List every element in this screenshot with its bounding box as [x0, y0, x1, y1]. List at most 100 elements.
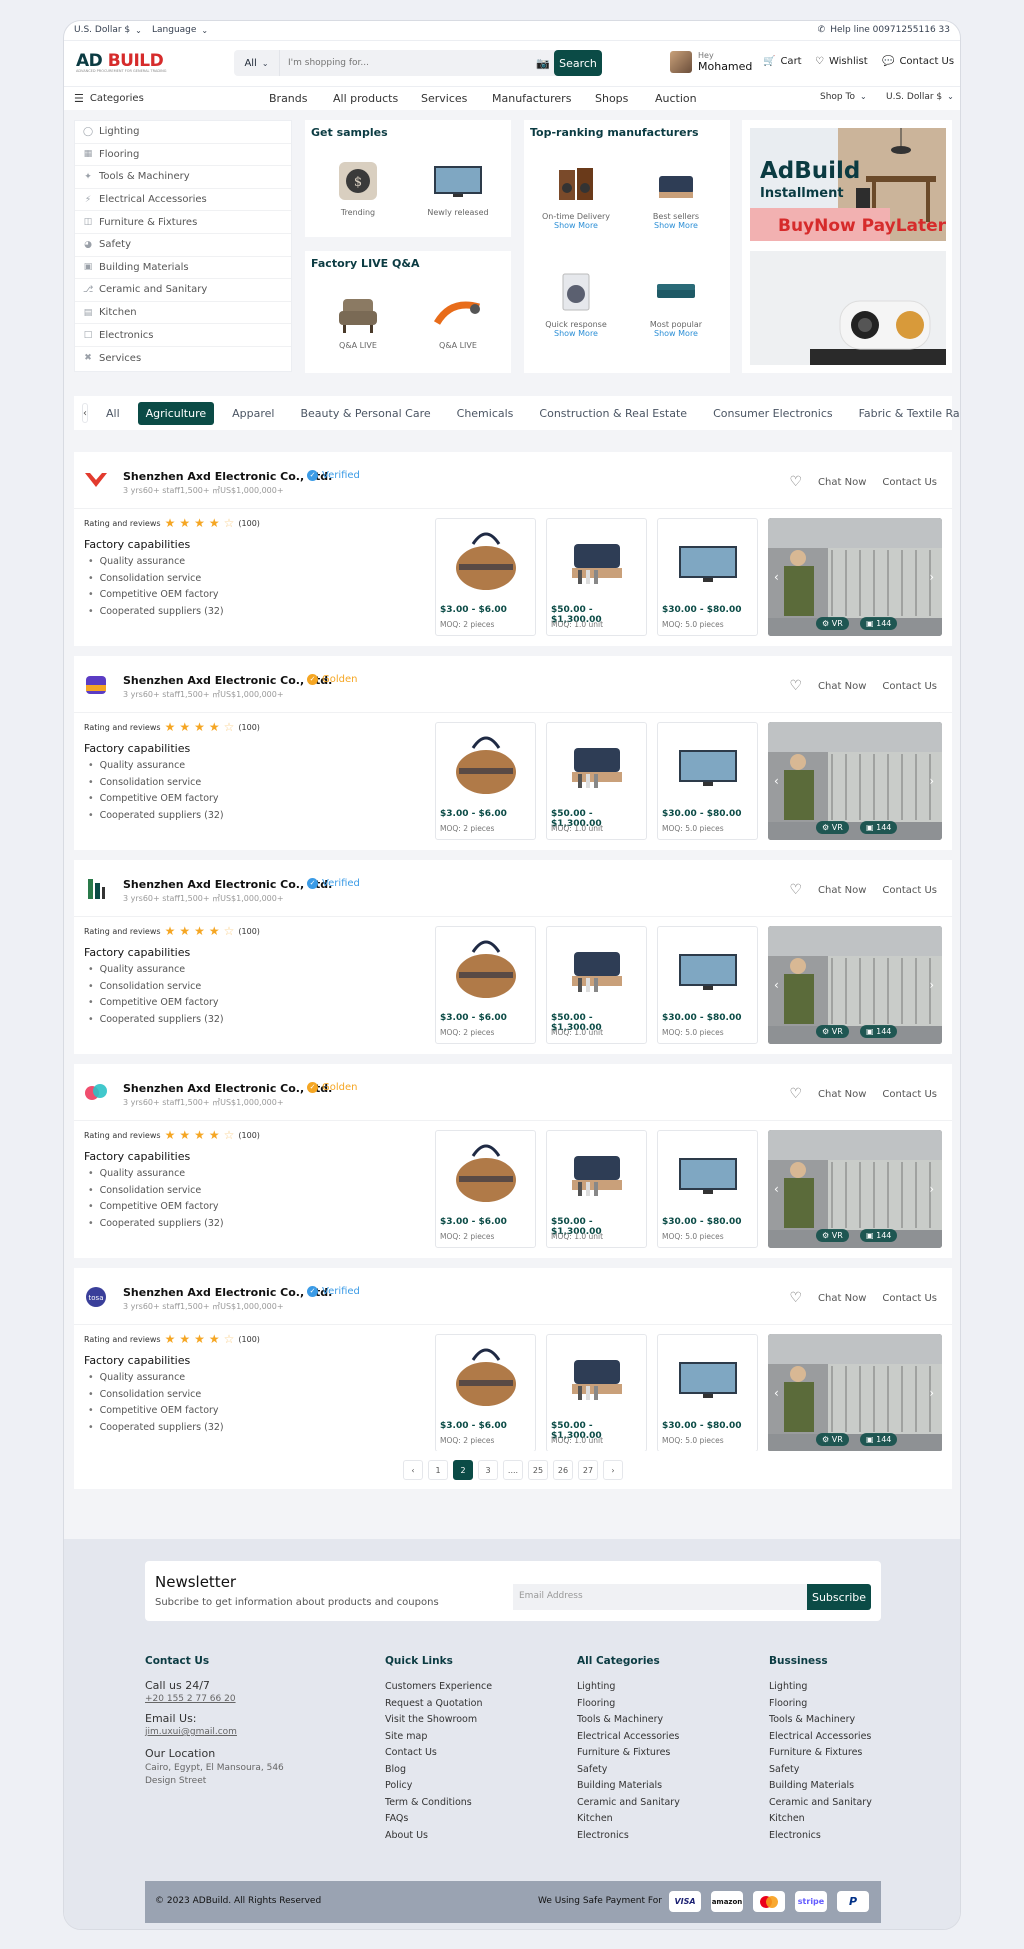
sidebar-item-building[interactable]: ▣ Building Materials	[75, 257, 291, 280]
vr-badge[interactable]: ⚙ VR	[816, 1229, 849, 1242]
photos-badge[interactable]: ▣ 144	[860, 1433, 898, 1446]
newsletter-email-input[interactable]: Email Address	[513, 1584, 807, 1610]
email-link[interactable]: jim.uxui@gmail.com	[145, 1727, 345, 1737]
projector-banner[interactable]	[750, 251, 946, 365]
heart-icon[interactable]: ♡	[789, 1290, 802, 1306]
nav-currency-select[interactable]: U.S. Dollar $ ⌄	[886, 92, 954, 102]
footer-link[interactable]: Building Materials	[577, 1778, 680, 1795]
chevron-left-icon[interactable]: ‹	[774, 774, 779, 788]
footer-link[interactable]: Tools & Machinery	[577, 1712, 680, 1729]
footer-link[interactable]: Blog	[385, 1762, 492, 1779]
vr-badge[interactable]: ⚙ VR	[816, 1025, 849, 1038]
chat-now-button[interactable]: Chat Now	[818, 885, 866, 896]
nav-auction[interactable]: Auction	[655, 92, 697, 105]
live-item-1[interactable]: Q&A LIVE	[325, 289, 391, 350]
product-card[interactable]: $3.00 - $6.00 MOQ: 2 pieces	[435, 518, 536, 636]
factory-gallery[interactable]: ‹ › ⚙ VR ▣ 144	[768, 518, 942, 636]
chip-agriculture[interactable]: Agriculture	[137, 401, 215, 425]
sidebar-item-services[interactable]: ✖ Services	[75, 347, 291, 370]
chip-fabric[interactable]: Fabric & Textile Raw Material	[851, 402, 960, 425]
footer-link[interactable]: Lighting	[769, 1679, 872, 1696]
live-item-2[interactable]: Q&A LIVE	[425, 289, 491, 350]
search-input[interactable]	[280, 50, 532, 76]
footer-link[interactable]: FAQs	[385, 1811, 492, 1828]
footer-link[interactable]: Visit the Showroom	[385, 1712, 492, 1729]
page-25[interactable]: 25	[528, 1460, 548, 1480]
chip-consumer-electronics[interactable]: Consumer Electronics	[705, 402, 841, 425]
chip-all[interactable]: All	[98, 402, 128, 425]
heart-icon[interactable]: ♡	[789, 882, 802, 898]
heart-icon[interactable]: ♡	[789, 1086, 802, 1102]
product-card[interactable]: $30.00 - $80.00 MOQ: 5.0 pieces	[657, 926, 758, 1044]
promo-banner[interactable]: AdBuild Installment BuyNow PayLater	[750, 128, 946, 241]
show-more-link[interactable]: Show More	[634, 329, 718, 338]
footer-link[interactable]: Policy	[385, 1778, 492, 1795]
page-26[interactable]: 26	[553, 1460, 573, 1480]
footer-link[interactable]: Flooring	[577, 1696, 680, 1713]
factory-gallery[interactable]: ‹ › ⚙ VR ▣ 144	[768, 926, 942, 1044]
chevron-left-icon[interactable]: ‹	[774, 978, 779, 992]
sidebar-item-electrical[interactable]: ⚡ Electrical Accessories	[75, 189, 291, 212]
footer-link[interactable]: Safety	[769, 1762, 872, 1779]
factory-gallery[interactable]: ‹ › ⚙ VR ▣ 144	[768, 1334, 942, 1452]
helpline[interactable]: ✆ Help line 00971255116 33	[818, 25, 950, 35]
chat-now-button[interactable]: Chat Now	[818, 1293, 866, 1304]
product-card[interactable]: $30.00 - $80.00 MOQ: 5.0 pieces	[657, 518, 758, 636]
contact-us-button[interactable]: Contact Us	[882, 681, 937, 692]
product-card[interactable]: $30.00 - $80.00 MOQ: 5.0 pieces	[657, 1130, 758, 1248]
footer-link[interactable]: Furniture & Fixtures	[577, 1745, 680, 1762]
chevron-right-icon[interactable]: ›	[929, 978, 934, 992]
contact-us-button[interactable]: Contact Us	[882, 1089, 937, 1100]
supplier-logo[interactable]: tosa	[82, 1283, 110, 1311]
chevron-right-icon[interactable]: ›	[929, 1182, 934, 1196]
sidebar-item-furniture[interactable]: ◫ Furniture & Fixtures	[75, 211, 291, 234]
pager-prev-icon[interactable]: ‹	[403, 1460, 423, 1480]
footer-link[interactable]: About Us	[385, 1828, 492, 1845]
chevron-right-icon[interactable]: ›	[929, 1386, 934, 1400]
footer-link[interactable]: Ceramic and Sanitary	[577, 1795, 680, 1812]
show-more-link[interactable]: Show More	[634, 221, 718, 230]
pager-next-icon[interactable]: ›	[603, 1460, 623, 1480]
factory-gallery[interactable]: ‹ › ⚙ VR ▣ 144	[768, 722, 942, 840]
categories-button[interactable]: ☰ Categories	[74, 92, 144, 105]
chevron-left-icon[interactable]: ‹	[774, 1182, 779, 1196]
rank-bestsellers[interactable]: Best sellers Show More	[634, 160, 718, 230]
footer-link[interactable]: Customers Experience	[385, 1679, 492, 1696]
chevron-left-icon[interactable]: ‹	[774, 1386, 779, 1400]
currency-select[interactable]: U.S. Dollar $ ⌄	[74, 25, 142, 35]
footer-link[interactable]: Building Materials	[769, 1778, 872, 1795]
footer-link[interactable]: Electronics	[577, 1828, 680, 1845]
sidebar-item-electronics[interactable]: □ Electronics	[75, 324, 291, 347]
supplier-name[interactable]: Shenzhen Axd Electronic Co., Ltd.	[123, 1082, 332, 1095]
user-menu[interactable]: Hey Mohamed	[670, 51, 752, 73]
heart-icon[interactable]: ♡	[789, 678, 802, 694]
chevron-left-icon[interactable]: ‹	[774, 570, 779, 584]
supplier-logo[interactable]	[82, 467, 110, 495]
show-more-link[interactable]: Show More	[534, 329, 618, 338]
supplier-logo[interactable]	[82, 875, 110, 903]
contact-us-button[interactable]: Contact Us	[882, 477, 937, 488]
sidebar-item-ceramic[interactable]: ⎇ Ceramic and Sanitary	[75, 279, 291, 302]
rank-quick[interactable]: Quick response Show More	[534, 268, 618, 338]
photos-badge[interactable]: ▣ 144	[860, 1025, 898, 1038]
camera-icon[interactable]: 📷	[532, 57, 554, 70]
sample-new[interactable]: Newly released	[425, 156, 491, 217]
chevron-left-icon[interactable]: ‹	[82, 403, 88, 423]
footer-link[interactable]: Contact Us	[385, 1745, 492, 1762]
product-card[interactable]: $3.00 - $6.00 MOQ: 2 pieces	[435, 1334, 536, 1452]
sidebar-item-lighting[interactable]: ◯ Lighting	[75, 121, 291, 144]
nav-shops[interactable]: Shops	[595, 92, 628, 105]
supplier-name[interactable]: Shenzhen Axd Electronic Co., Ltd.	[123, 878, 332, 891]
contact-link[interactable]: 💬 Contact Us	[882, 56, 954, 67]
language-select[interactable]: Language ⌄	[152, 25, 208, 35]
show-more-link[interactable]: Show More	[534, 221, 618, 230]
footer-link[interactable]: Kitchen	[769, 1811, 872, 1828]
product-card[interactable]: $3.00 - $6.00 MOQ: 2 pieces	[435, 722, 536, 840]
logo[interactable]: AD BUILD ADVANCED PROCUREMENT FOR GENERA…	[76, 51, 166, 75]
product-card[interactable]: $50.00 - $1,300.00 MOQ: 1.0 unit	[546, 518, 647, 636]
rank-popular[interactable]: Most popular Show More	[634, 268, 718, 338]
contact-us-button[interactable]: Contact Us	[882, 885, 937, 896]
vr-badge[interactable]: ⚙ VR	[816, 821, 849, 834]
chevron-right-icon[interactable]: ›	[929, 570, 934, 584]
supplier-logo[interactable]	[82, 1079, 110, 1107]
